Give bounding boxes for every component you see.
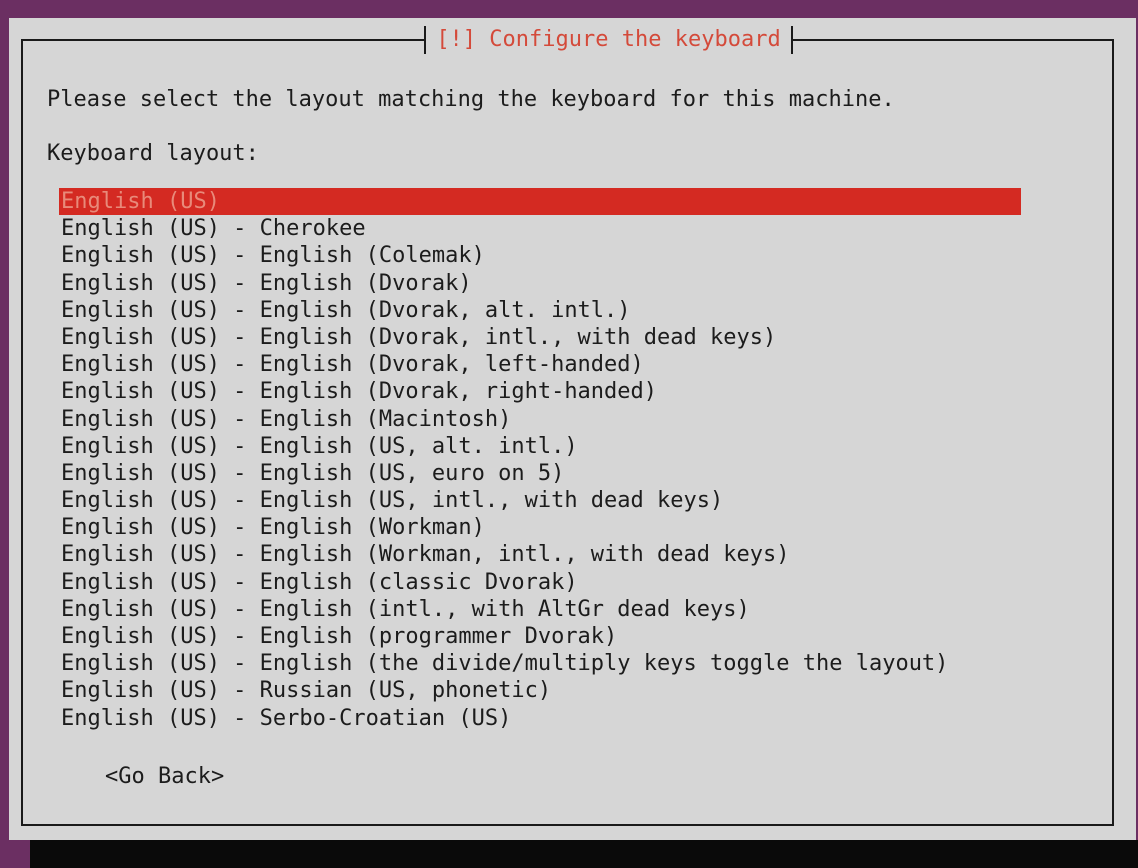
console-bottom-bar — [30, 840, 1138, 868]
list-item[interactable]: English (US) - English (US, intl., with … — [59, 487, 1021, 514]
list-item[interactable]: English (US) - English (Dvorak, left-han… — [59, 351, 1021, 378]
list-item[interactable]: English (US) - English (Dvorak, alt. int… — [59, 297, 1021, 324]
go-back-button[interactable]: <Go Back> — [105, 762, 224, 792]
keyboard-layout-list[interactable]: English (US) English (US) - Cherokee Engli… — [59, 188, 1021, 732]
list-item[interactable]: English (US) - English (US, alt. intl.) — [59, 433, 1021, 460]
list-item[interactable]: English (US) - English (US, euro on 5) — [59, 460, 1021, 487]
keyboard-layout-label: Keyboard layout: — [47, 141, 259, 166]
list-item[interactable]: English (US) - Cherokee — [59, 215, 1021, 242]
dialog-title: [!] Configure the keyboard — [424, 26, 793, 54]
list-item[interactable]: English (US) - English (the divide/multi… — [59, 650, 1021, 677]
list-item[interactable]: English (US) - English (intl., with AltG… — [59, 596, 1021, 623]
list-item[interactable]: English (US) - English (Workman) — [59, 514, 1021, 541]
list-item-selected[interactable]: English (US) — [59, 188, 1021, 216]
list-item[interactable]: English (US) - English (Dvorak) — [59, 270, 1021, 297]
list-item[interactable]: English (US) - Russian (US, phonetic) — [59, 677, 1021, 704]
list-item[interactable]: English (US) - English (Workman, intl., … — [59, 541, 1021, 568]
list-item[interactable]: English (US) - Serbo-Croatian (US) — [59, 705, 1021, 732]
list-item[interactable]: English (US) - English (programmer Dvora… — [59, 623, 1021, 650]
list-item[interactable]: English (US) - English (Dvorak, right-ha… — [59, 378, 1021, 405]
configure-keyboard-dialog: [!] Configure the keyboard Please select… — [9, 18, 1136, 840]
list-item[interactable]: English (US) - English (Colemak) — [59, 242, 1021, 269]
instruction-text: Please select the layout matching the ke… — [47, 87, 895, 112]
list-item[interactable]: English (US) - English (classic Dvorak) — [59, 569, 1021, 596]
list-item[interactable]: English (US) - English (Dvorak, intl., w… — [59, 324, 1021, 351]
installer-screen: [!] Configure the keyboard Please select… — [0, 0, 1138, 868]
list-item[interactable]: English (US) - English (Macintosh) — [59, 406, 1021, 433]
